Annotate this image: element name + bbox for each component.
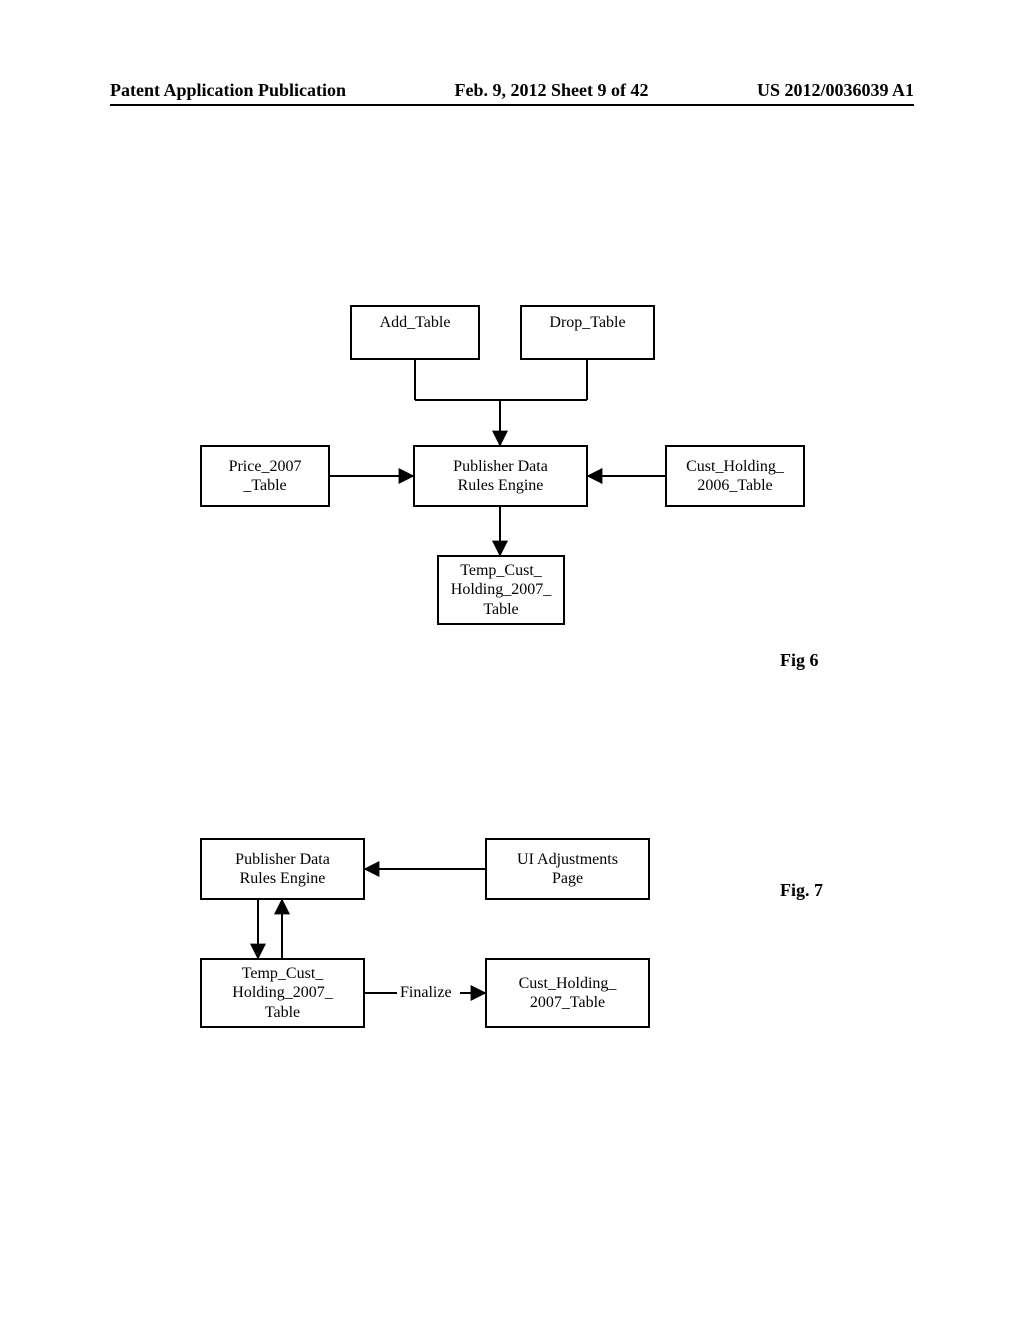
box-drop-table: Drop_Table [520,305,655,360]
page-root: Patent Application Publication Feb. 9, 2… [0,0,1024,1320]
box-publisher-data-rules-engine-fig7: Publisher DataRules Engine [200,838,365,900]
header-rule [110,104,914,106]
box-price-2007-table: Price_2007_Table [200,445,330,507]
page-header: Patent Application Publication Feb. 9, 2… [0,80,1024,101]
header-left: Patent Application Publication [110,80,346,101]
figure-7-label: Fig. 7 [780,880,823,901]
header-center: Feb. 9, 2012 Sheet 9 of 42 [455,80,649,101]
box-temp-cust-holding-2007-table-fig7: Temp_Cust_Holding_2007_Table [200,958,365,1028]
box-cust-holding-2007-table: Cust_Holding_2007_Table [485,958,650,1028]
box-publisher-data-rules-engine-fig6: Publisher DataRules Engine [413,445,588,507]
box-ui-adjustments-page: UI AdjustmentsPage [485,838,650,900]
box-temp-cust-holding-2007-table-fig6: Temp_Cust_Holding_2007_Table [437,555,565,625]
connectors-svg [0,0,1024,1320]
box-cust-holding-2006-table: Cust_Holding_2006_Table [665,445,805,507]
edge-label-finalize: Finalize [400,984,452,1002]
figure-6-label: Fig 6 [780,650,819,671]
box-add-table: Add_Table [350,305,480,360]
header-right: US 2012/0036039 A1 [757,80,914,101]
